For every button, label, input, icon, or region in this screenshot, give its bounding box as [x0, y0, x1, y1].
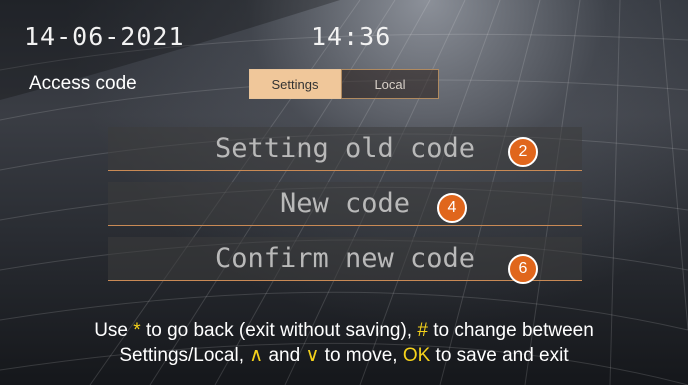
help-text: Use * to go back (exit without saving), … [0, 318, 688, 368]
step-badge-confirm-code: 6 [508, 254, 538, 284]
tab-bar: Settings Local [249, 69, 439, 99]
help-text-part: to move, [319, 345, 403, 366]
star-key-hint: * [133, 320, 141, 341]
ok-key-hint: OK [402, 345, 431, 366]
tab-local[interactable]: Local [341, 69, 439, 99]
help-text-part: Settings/Local, [119, 345, 250, 366]
hash-key-hint: # [417, 320, 428, 341]
date-display: 14-06-2021 [24, 22, 185, 51]
device-screen: 14-06-2021 14:36 Access code Settings Lo… [0, 0, 688, 385]
help-text-part: to change between [427, 320, 594, 341]
status-bar: 14-06-2021 14:36 [24, 22, 390, 51]
help-text-part: Use [94, 320, 134, 341]
down-key-hint: ∨ [305, 345, 320, 366]
new-code-field[interactable]: New code [108, 182, 582, 226]
help-text-part: to save and exit [430, 345, 569, 366]
help-text-part: to go back (exit without saving), [140, 320, 418, 341]
page-title: Access code [29, 73, 137, 94]
help-text-part: and [263, 345, 306, 366]
tab-settings[interactable]: Settings [249, 69, 341, 99]
step-badge-old-code: 2 [508, 137, 538, 167]
help-line-2: Settings/Local, ∧ and ∨ to move, OK to s… [0, 343, 688, 368]
time-display: 14:36 [311, 22, 392, 51]
help-line-1: Use * to go back (exit without saving), … [0, 318, 688, 343]
step-badge-new-code: 4 [437, 193, 467, 223]
up-key-hint: ∧ [249, 345, 264, 366]
